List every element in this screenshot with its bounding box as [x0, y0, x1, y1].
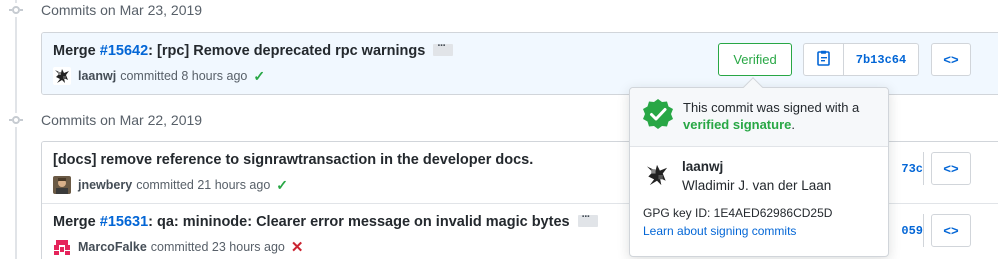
commit-meta: laanwj committed 8 hours ago ✓ [53, 67, 265, 85]
browse-repo-button[interactable]: <> [931, 152, 971, 185]
issue-link[interactable]: #15631 [100, 214, 148, 230]
code-icon: <> [943, 223, 959, 238]
expand-ellipsis-button[interactable] [577, 211, 598, 228]
commit-list: Merge #15642: [rpc] Remove deprecated rp… [41, 32, 998, 95]
code-icon: <> [943, 161, 959, 176]
avatar[interactable] [53, 238, 71, 256]
commit-title-prefix[interactable]: Merge [53, 43, 100, 59]
commit-time: committed 23 hours ago [150, 240, 285, 254]
commit-time: committed 8 hours ago [120, 69, 248, 83]
avatar[interactable] [53, 176, 71, 194]
commit-group-title: Commits on Mar 23, 2019 [41, 2, 203, 18]
signature-message: This commit was signed with a verified s… [683, 99, 883, 133]
browse-repo-button[interactable]: <> [931, 43, 971, 76]
signer-avatar[interactable] [644, 162, 670, 188]
commit-title-prefix[interactable]: Merge [53, 214, 100, 230]
commit-meta: MarcoFalke committed 23 hours ago ✕ [53, 238, 303, 256]
signature-popover: This commit was signed with a verified s… [629, 77, 889, 257]
sha-button-group: 7b13c64 [803, 43, 919, 76]
gpg-key-id: GPG key ID: 1E4AED62986CD25D [643, 206, 833, 220]
timeline-line [15, 0, 17, 259]
signer-info: laanwj Wladimir J. van der Laan [644, 158, 831, 195]
commit-row: Merge #15642: [rpc] Remove deprecated rp… [42, 33, 998, 94]
commit-group-title: Commits on Mar 22, 2019 [41, 112, 203, 128]
commit-time: committed 21 hours ago [136, 178, 271, 192]
author-link[interactable]: jnewbery [78, 178, 132, 192]
author-link[interactable]: MarcoFalke [78, 240, 147, 254]
verified-shield-icon [642, 98, 674, 130]
author-link[interactable]: laanwj [78, 69, 116, 83]
check-icon[interactable]: ✓ [253, 68, 265, 85]
signature-message-text: This commit was signed with a [683, 100, 860, 115]
signer-login[interactable]: laanwj [682, 158, 831, 176]
verified-badge[interactable]: Verified [718, 43, 792, 76]
commit-title[interactable]: Merge #15631: qa: mininode: Clearer erro… [53, 211, 598, 230]
signer-fullname: Wladimir J. van der Laan [682, 178, 832, 193]
copy-sha-button[interactable] [804, 44, 844, 75]
avatar[interactable] [53, 67, 71, 85]
expand-ellipsis-button[interactable] [433, 40, 454, 57]
check-icon[interactable]: ✓ [276, 177, 288, 194]
commit-title-rest[interactable]: : [rpc] Remove deprecated rpc warnings [148, 43, 425, 59]
clipboard-icon [816, 50, 831, 69]
commit-title[interactable]: [docs] remove reference to signrawtransa… [53, 152, 533, 168]
code-icon: <> [943, 52, 959, 67]
git-commit-icon [9, 3, 23, 17]
verified-signature-text: verified signature [683, 117, 792, 132]
commit-title-rest[interactable]: : qa: mininode: Clearer error message on… [148, 214, 569, 230]
x-icon[interactable]: ✕ [291, 238, 304, 256]
git-commit-icon [9, 113, 23, 127]
commit-sha-link[interactable]: 7b13c64 [844, 44, 918, 75]
signature-message-suffix: . [791, 117, 795, 132]
issue-link[interactable]: #15642 [100, 43, 148, 59]
learn-signing-link[interactable]: Learn about signing commits [643, 224, 796, 238]
commit-title[interactable]: Merge #15642: [rpc] Remove deprecated rp… [53, 40, 454, 59]
popover-header: This commit was signed with a verified s… [630, 88, 888, 147]
commit-meta: jnewbery committed 21 hours ago ✓ [53, 176, 288, 194]
browse-repo-button[interactable]: <> [931, 214, 971, 247]
